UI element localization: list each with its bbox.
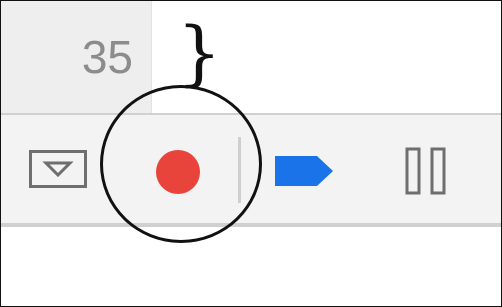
pause-button[interactable] <box>403 145 449 197</box>
code-editor: 35 } <box>1 1 501 113</box>
code-line: } <box>177 12 222 94</box>
dropdown-toggle-button[interactable] <box>29 150 87 188</box>
arrow-flag-icon <box>275 156 333 186</box>
toolbar-separator <box>238 137 241 203</box>
debugger-toolbar <box>1 115 501 223</box>
screenshot-frame: 35 } <box>0 0 502 307</box>
chevron-down-icon <box>42 161 74 178</box>
content-area <box>1 227 501 306</box>
line-number: 35 <box>81 31 133 83</box>
line-number-gutter: 35 <box>1 1 152 113</box>
pause-icon <box>405 147 446 195</box>
step-button[interactable] <box>273 152 335 190</box>
record-button[interactable] <box>156 150 200 194</box>
